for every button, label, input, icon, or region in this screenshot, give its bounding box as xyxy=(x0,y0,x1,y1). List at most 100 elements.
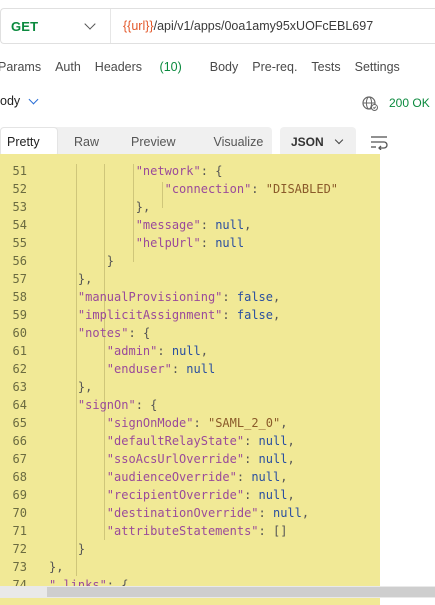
code-text: "signOn": { xyxy=(77,398,158,412)
tab-raw[interactable]: Raw xyxy=(66,127,107,157)
chevron-down-icon xyxy=(334,135,343,145)
code-text: "audienceOverride": null, xyxy=(106,470,288,484)
line-number: 58 xyxy=(12,290,27,304)
tab-preview[interactable]: Preview xyxy=(123,127,183,157)
code-text: "defaultRelayState": null, xyxy=(106,434,295,448)
method-selector[interactable]: GET xyxy=(1,9,111,43)
line-number: 54 xyxy=(12,218,27,232)
line-number: 55 xyxy=(12,236,27,250)
code-line: 56 } xyxy=(0,252,435,270)
tab-params[interactable]: Params xyxy=(0,60,41,74)
globe-icon[interactable] xyxy=(362,95,378,111)
line-number: 65 xyxy=(12,416,27,430)
code-text: } xyxy=(77,542,86,556)
code-text: "enduser": null xyxy=(106,362,216,376)
code-text: "implicitAssignment": false, xyxy=(77,308,281,322)
method-label: GET xyxy=(11,18,39,34)
tab-visualize[interactable]: Visualize xyxy=(205,127,271,157)
line-number: 60 xyxy=(12,326,27,340)
code-line: 57 }, xyxy=(0,270,435,288)
code-line: 73}, xyxy=(0,558,435,576)
code-text: "manualProvisioning": false, xyxy=(77,290,281,304)
response-body-label: ody xyxy=(0,94,21,108)
code-line: 67 "ssoAcsUrlOverride": null, xyxy=(0,450,435,468)
code-text: } xyxy=(106,254,115,268)
code-text: "connection": "DISABLED" xyxy=(164,182,339,196)
code-line: 68 "audienceOverride": null, xyxy=(0,468,435,486)
tab-prereq[interactable]: Pre-req. xyxy=(252,60,297,74)
code-line: 55 "helpUrl": null xyxy=(0,234,435,252)
line-number: 66 xyxy=(12,434,27,448)
line-number: 67 xyxy=(12,452,27,466)
horizontal-scrollbar[interactable] xyxy=(47,587,435,597)
url-bar: GET {{url}}/api/v1/apps/0oa1amy95xUOFcEB… xyxy=(0,8,435,44)
code-text: "recipientOverride": null, xyxy=(106,488,295,502)
line-number: 64 xyxy=(12,398,27,412)
code-line: 53 }, xyxy=(0,198,435,216)
line-number: 70 xyxy=(12,506,27,520)
code-text: "admin": null, xyxy=(106,344,208,358)
code-line: 54 "message": null, xyxy=(0,216,435,234)
response-body-selector[interactable]: ody xyxy=(0,94,39,108)
line-number: 59 xyxy=(12,308,27,322)
response-header: ody 200 OK xyxy=(0,94,435,114)
code-text: "network": { xyxy=(135,164,223,178)
code-text: }, xyxy=(77,272,93,286)
line-number: 56 xyxy=(12,254,27,268)
code-line: 72 } xyxy=(0,540,435,558)
code-line: 69 "recipientOverride": null, xyxy=(0,486,435,504)
line-number: 72 xyxy=(12,542,27,556)
line-number: 73 xyxy=(12,560,27,574)
wrap-lines-icon[interactable] xyxy=(370,134,388,150)
url-variable: {{url}} xyxy=(123,19,154,33)
format-label: JSON xyxy=(291,135,324,149)
code-text: "helpUrl": null xyxy=(135,236,245,250)
line-number: 52 xyxy=(12,182,27,196)
code-line: 61 "admin": null, xyxy=(0,342,435,360)
url-input[interactable]: {{url}}/api/v1/apps/0oa1amy95xUOFcEBL697 xyxy=(111,19,373,33)
code-line: 70 "destinationOverride": null, xyxy=(0,504,435,522)
tab-pretty[interactable]: Pretty xyxy=(0,127,58,157)
code-text: "attributeStatements": [] xyxy=(106,524,288,538)
code-line: 64 "signOn": { xyxy=(0,396,435,414)
chevron-down-icon xyxy=(28,94,39,104)
request-tabs: Params Auth Headers (10) Body Pre-req. T… xyxy=(0,60,414,74)
line-number: 61 xyxy=(12,344,27,358)
code-line: 60 "notes": { xyxy=(0,324,435,342)
line-number: 53 xyxy=(12,200,27,214)
code-text: "notes": { xyxy=(77,326,151,340)
code-line: 66 "defaultRelayState": null, xyxy=(0,432,435,450)
chevron-down-icon xyxy=(84,18,96,30)
code-text: }, xyxy=(77,380,93,394)
view-tabs: Pretty Raw Preview Visualize xyxy=(0,127,272,157)
line-number: 51 xyxy=(12,164,27,178)
code-line: 52 "connection": "DISABLED" xyxy=(0,180,435,198)
code-line: 65 "signOnMode": "SAML_2_0", xyxy=(0,414,435,432)
code-text: "ssoAcsUrlOverride": null, xyxy=(106,452,295,466)
code-text: }, xyxy=(49,560,64,574)
tab-headers[interactable]: Headers (10) xyxy=(95,60,196,74)
format-selector[interactable]: JSON xyxy=(280,127,356,157)
line-number: 62 xyxy=(12,362,27,376)
tab-tests[interactable]: Tests xyxy=(311,60,340,74)
response-body[interactable]: 51 "network": {52 "connection": "DISABLE… xyxy=(0,154,435,605)
tab-auth[interactable]: Auth xyxy=(55,60,81,74)
headers-count: (10) xyxy=(159,60,182,74)
tab-settings[interactable]: Settings xyxy=(355,60,400,74)
tab-headers-label: Headers xyxy=(94,60,143,74)
code-line: 59 "implicitAssignment": false, xyxy=(0,306,435,324)
code-text: "destinationOverride": null, xyxy=(106,506,310,520)
line-number: 63 xyxy=(12,380,27,394)
url-path: /api/v1/apps/0oa1amy95xUOFcEBL697 xyxy=(153,19,374,33)
line-number: 71 xyxy=(12,524,27,538)
code-line: 62 "enduser": null xyxy=(0,360,435,378)
code-text: "message": null, xyxy=(135,218,252,232)
code-line: 51 "network": { xyxy=(0,162,435,180)
code-text: }, xyxy=(135,200,151,214)
line-number: 68 xyxy=(12,470,27,484)
code-text: "signOnMode": "SAML_2_0", xyxy=(106,416,288,430)
code-line: 58 "manualProvisioning": false, xyxy=(0,288,435,306)
status-badge[interactable]: 200 OK xyxy=(389,96,430,110)
line-number: 57 xyxy=(12,272,27,286)
tab-body[interactable]: Body xyxy=(210,60,239,74)
